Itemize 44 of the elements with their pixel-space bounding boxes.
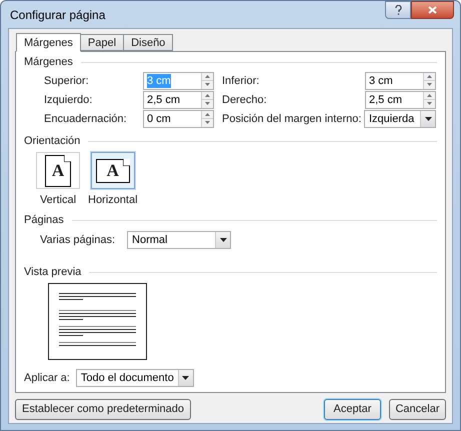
field-label: Inferior: <box>222 74 260 88</box>
dropdown-arrow-icon <box>220 238 227 242</box>
option-label: Vertical <box>40 193 76 207</box>
field-label: Izquierdo: <box>44 92 92 106</box>
field-label: Superior: <box>44 74 89 88</box>
field-label: Encuadernación: <box>44 112 127 126</box>
dropdown[interactable]: Todo el documento <box>76 369 194 387</box>
dropdown-arrow-icon <box>182 376 190 380</box>
orientation-option[interactable]: A <box>36 152 80 189</box>
help-button[interactable] <box>385 1 411 19</box>
orientation-option[interactable]: A <box>90 152 135 189</box>
spinner-arrows-icon[interactable] <box>201 92 213 108</box>
close-icon <box>428 6 437 14</box>
section-heading: Márgenes <box>24 55 73 69</box>
tab[interactable]: Papel <box>80 34 124 51</box>
help-icon <box>394 5 402 15</box>
field-label: Posición del margen interno: <box>222 112 362 126</box>
dropdown-arrow-icon <box>424 116 432 120</box>
option-label: Horizontal <box>88 193 138 207</box>
dropdown[interactable]: Normal <box>127 231 232 249</box>
dialog-button[interactable]: Cancelar <box>389 398 446 420</box>
spin-field[interactable]: 2,5 cm <box>365 90 436 108</box>
spinner-arrows-icon[interactable] <box>423 92 435 108</box>
spin-field[interactable]: 2,5 cm <box>143 90 214 108</box>
field-label: Aplicar a: <box>24 371 70 385</box>
spinner-arrows-icon[interactable] <box>201 72 213 88</box>
spinner-arrows-icon[interactable] <box>201 110 213 126</box>
tab[interactable]: Márgenes <box>16 33 81 52</box>
spinner-arrows-icon[interactable] <box>423 72 435 88</box>
dialog-button[interactable]: Aceptar <box>324 398 381 420</box>
portrait-page-icon: A <box>45 154 71 186</box>
tab[interactable]: Diseño <box>123 34 174 51</box>
spin-field[interactable]: 3 cm <box>365 72 436 90</box>
window-title: Configurar página <box>10 6 106 24</box>
field-label: Varias páginas: <box>40 233 116 247</box>
section-heading: Páginas <box>24 213 64 227</box>
dropdown[interactable]: Izquierda <box>364 110 436 128</box>
section-heading: Vista previa <box>24 265 82 279</box>
section-heading: Orientación <box>24 134 80 148</box>
set-default-button[interactable]: Establecer como predeterminado <box>15 398 192 420</box>
close-button[interactable] <box>411 1 454 19</box>
field-label: Derecho: <box>222 92 267 106</box>
spin-field[interactable]: 0 cm <box>143 110 214 128</box>
landscape-page-icon: A <box>96 158 130 182</box>
